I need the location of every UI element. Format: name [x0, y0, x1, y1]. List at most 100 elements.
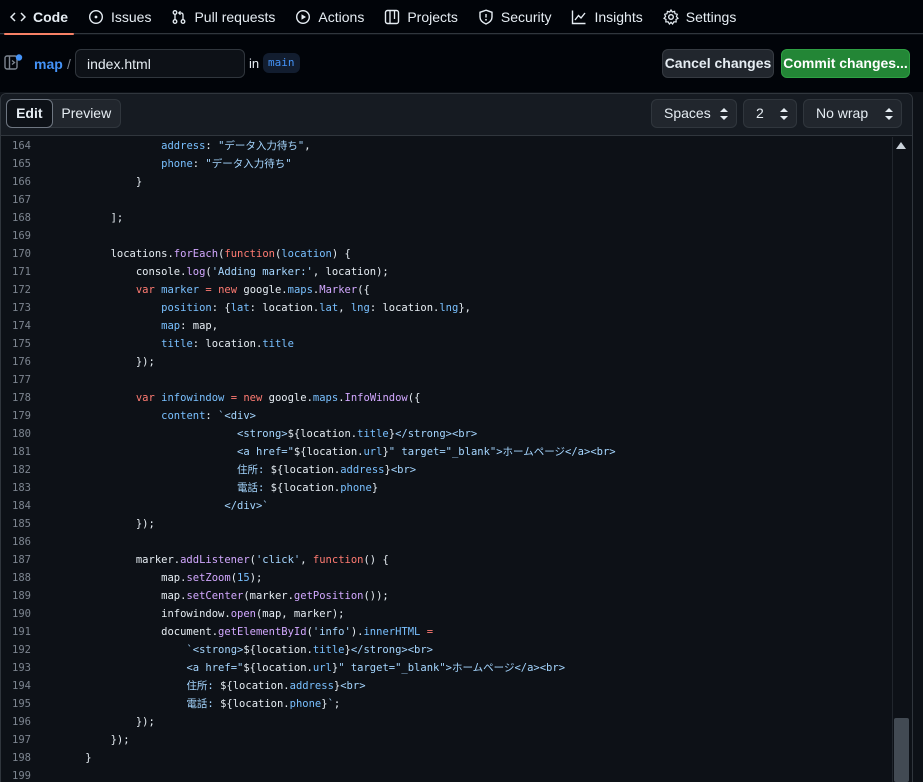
line-number: 187 [12, 554, 31, 566]
nav-label: Settings [685, 9, 737, 25]
nav-label: Pull requests [194, 9, 276, 25]
tab-edit[interactable]: Edit [6, 99, 53, 128]
nav-label: Insights [594, 9, 643, 25]
tab-insights[interactable]: Insights [561, 0, 652, 34]
line-number: 176 [12, 356, 31, 368]
line-number: 177 [12, 374, 31, 386]
line-text: marker.addListener('click', function() { [60, 554, 389, 566]
line-number: 181 [12, 446, 31, 458]
line-text: 住所: ${location.address}<br> [186, 680, 366, 692]
nav-label: Projects [407, 9, 458, 25]
gear-icon [662, 9, 679, 25]
line-text: 電話: ${location.phone}`; [186, 698, 341, 710]
graph-icon [571, 9, 587, 25]
select-arrows-icon [885, 108, 893, 120]
line-number: 173 [12, 302, 31, 314]
line-text: }); [60, 716, 155, 728]
line-text: </div>` [224, 500, 269, 512]
line-number: 180 [12, 428, 31, 440]
line-text: locations.forEach(function(location) { [60, 248, 351, 260]
line-number: 183 [12, 482, 31, 494]
code-editor[interactable]: 164 address: "データ入力待ち", 165 phone: "データ入力… [1, 137, 892, 782]
scroll-up-arrow-icon[interactable] [896, 141, 906, 149]
in-label: in [249, 56, 260, 71]
line-text: <a href="${location.url}" target="_blank… [237, 446, 616, 458]
line-text: <a href="${location.url}" target="_blank… [186, 662, 566, 674]
nav-label: Issues [111, 9, 152, 25]
line-text: 電話: ${location.phone} [237, 482, 379, 494]
nav-label: Actions [318, 9, 365, 25]
line-text: document.getElementById('info').innerHTM… [60, 626, 434, 638]
line-number: 186 [12, 536, 31, 548]
commit-changes-button[interactable]: Commit changes... [781, 49, 910, 78]
wrap-mode-value: No wrap [816, 105, 869, 121]
line-number: 182 [12, 464, 31, 476]
line-text: infowindow.open(map, marker); [60, 608, 345, 620]
indent-mode-select[interactable]: Spaces [651, 99, 737, 128]
scrollbar-thumb[interactable] [894, 718, 909, 782]
tab-preview[interactable]: Preview [53, 100, 120, 127]
line-text: <strong>${location.title}</strong><br> [237, 428, 478, 440]
line-number: 174 [12, 320, 31, 332]
line-number: 198 [12, 752, 31, 764]
edit-preview-toggle: Edit Preview [6, 99, 121, 128]
line-number: 188 [12, 572, 31, 584]
line-text: } [60, 752, 92, 764]
line-number: 178 [12, 392, 31, 404]
line-number: 165 [12, 158, 31, 170]
line-text: } [60, 176, 143, 188]
line-number: 175 [12, 338, 31, 350]
repo-nav: Code Issues Pull requests Actions Projects Se… [0, 0, 923, 35]
line-number: 191 [12, 626, 31, 638]
line-number: 169 [12, 230, 31, 242]
scrollbar-track[interactable] [892, 137, 912, 782]
line-text: }); [60, 356, 155, 368]
wrap-mode-select[interactable]: No wrap [803, 99, 902, 128]
pull-request-icon [171, 9, 187, 25]
line-number: 166 [12, 176, 31, 188]
path-separator: / [67, 56, 71, 72]
line-number: 168 [12, 212, 31, 224]
indent-size-select[interactable]: 2 [743, 99, 797, 128]
tab-settings[interactable]: Settings [653, 0, 747, 34]
select-arrows-icon [720, 108, 728, 120]
line-text: title: location.title [161, 338, 294, 350]
line-text: var marker = new google.maps.Marker({ [135, 284, 370, 296]
code-icon [10, 9, 26, 25]
filename-input[interactable] [75, 49, 245, 78]
tab-pull-requests[interactable]: Pull requests [161, 0, 285, 34]
line-number: 192 [12, 644, 31, 656]
tab-security[interactable]: Security [468, 0, 562, 34]
line-text: address: "データ入力待ち", [161, 140, 311, 152]
line-number: 167 [12, 194, 31, 206]
line-number: 194 [12, 680, 31, 692]
select-arrows-icon [780, 108, 788, 120]
cancel-changes-button[interactable]: Cancel changes [662, 49, 774, 78]
repo-link[interactable]: map [34, 56, 63, 72]
indent-mode-value: Spaces [664, 105, 711, 121]
line-text: }); [60, 518, 155, 530]
line-number: 185 [12, 518, 31, 530]
line-text: phone: "データ入力待ち" [161, 158, 292, 170]
line-text: map.setZoom(15); [60, 572, 263, 584]
branch-badge: main [263, 53, 300, 73]
nav-label: Security [500, 9, 552, 25]
line-number: 189 [12, 590, 31, 602]
line-text: ]; [60, 212, 124, 224]
line-number: 196 [12, 716, 31, 728]
nav-label: Code [33, 9, 68, 25]
sidebar-toggle-icon[interactable] [4, 54, 24, 74]
tab-projects[interactable]: Projects [374, 0, 468, 34]
editor-toolbar: Edit Preview Spaces 2 No wrap [1, 94, 912, 136]
line-text: content: `<div> [161, 410, 257, 422]
line-text: 住所: ${location.address}<br> [237, 464, 417, 476]
play-icon [295, 9, 311, 25]
table-icon [384, 9, 400, 25]
line-number: 195 [12, 698, 31, 710]
line-text: position: {lat: location.lat, lng: locat… [161, 302, 471, 314]
line-number: 170 [12, 248, 31, 260]
line-text: map: map, [161, 320, 219, 332]
tab-actions[interactable]: Actions [285, 0, 374, 34]
tab-issues[interactable]: Issues [78, 0, 161, 34]
tab-code[interactable]: Code [0, 0, 78, 35]
